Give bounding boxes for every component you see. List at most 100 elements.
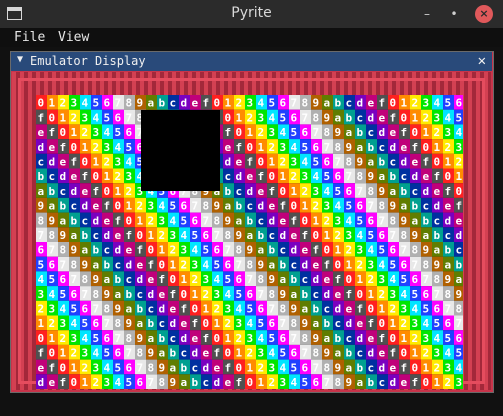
tile-glyph: 4 bbox=[280, 361, 287, 374]
tile-glyph: f bbox=[236, 376, 243, 389]
maximize-button[interactable]: • bbox=[445, 5, 463, 23]
tile-glyph: d bbox=[170, 317, 177, 330]
tile-glyph: 6 bbox=[115, 111, 122, 124]
tile-glyph: 4 bbox=[203, 258, 210, 271]
tile-glyph: b bbox=[181, 361, 188, 374]
tile-glyph: e bbox=[38, 361, 45, 374]
tile-glyph: 1 bbox=[104, 170, 111, 183]
tile-glyph: 8 bbox=[159, 376, 166, 389]
tile-glyph: 4 bbox=[368, 244, 375, 257]
tile-glyph: 8 bbox=[137, 347, 144, 360]
tile-glyph: 8 bbox=[269, 288, 276, 301]
tile-glyph: 3 bbox=[38, 288, 45, 301]
tile-glyph: b bbox=[104, 258, 111, 271]
tile-glyph: c bbox=[368, 126, 375, 139]
menu-view[interactable]: View bbox=[58, 30, 89, 45]
tile-glyph: 2 bbox=[445, 141, 452, 154]
tile-glyph: 3 bbox=[280, 376, 287, 389]
tile-glyph: 7 bbox=[126, 347, 133, 360]
tile-glyph: b bbox=[445, 244, 452, 257]
tile-glyph: 4 bbox=[258, 97, 265, 110]
tile-glyph: 9 bbox=[313, 97, 320, 110]
tile-glyph: 3 bbox=[115, 156, 122, 169]
tile-glyph: 8 bbox=[434, 273, 441, 286]
tile-glyph: 4 bbox=[192, 244, 199, 257]
tile-glyph: 7 bbox=[313, 126, 320, 139]
collapse-arrow-icon[interactable]: ▼ bbox=[17, 54, 23, 65]
tile-glyph: b bbox=[93, 244, 100, 257]
tile-glyph: 9 bbox=[137, 97, 144, 110]
tile-glyph: 9 bbox=[357, 156, 364, 169]
tile-glyph: 3 bbox=[324, 200, 331, 213]
tile-glyph: f bbox=[203, 332, 210, 345]
tile-glyph: 2 bbox=[280, 156, 287, 169]
tile-glyph: e bbox=[71, 170, 78, 183]
tile-glyph: e bbox=[38, 126, 45, 139]
tile-glyph: 5 bbox=[269, 97, 276, 110]
tile-glyph: f bbox=[38, 111, 45, 124]
tile-glyph: d bbox=[434, 200, 441, 213]
tile-glyph: e bbox=[126, 244, 133, 257]
tile-glyph: a bbox=[225, 200, 232, 213]
tile-glyph: 9 bbox=[368, 170, 375, 183]
tile-glyph: 3 bbox=[445, 126, 452, 139]
tile-glyph: e bbox=[434, 185, 441, 198]
tile-glyph: 8 bbox=[38, 214, 45, 227]
tile-glyph: 5 bbox=[104, 111, 111, 124]
tile-glyph: f bbox=[60, 141, 67, 154]
tile-glyph: e bbox=[390, 126, 397, 139]
menu-file[interactable]: File bbox=[14, 30, 45, 45]
tile-glyph: 4 bbox=[335, 200, 342, 213]
tile-glyph: 4 bbox=[236, 303, 243, 316]
tile-glyph: b bbox=[49, 185, 56, 198]
tile-glyph: 4 bbox=[115, 141, 122, 154]
tile-glyph: 6 bbox=[49, 258, 56, 271]
tile-glyph: 4 bbox=[247, 317, 254, 330]
tile-glyph: 8 bbox=[302, 332, 309, 345]
tile-glyph: b bbox=[324, 317, 331, 330]
tile-glyph: 6 bbox=[434, 303, 441, 316]
tile-glyph: 0 bbox=[159, 258, 166, 271]
tile-glyph: d bbox=[104, 229, 111, 242]
tile-glyph: f bbox=[115, 214, 122, 227]
tile-glyph: e bbox=[247, 170, 254, 183]
tile-glyph: 6 bbox=[104, 332, 111, 345]
tile-glyph: 3 bbox=[181, 244, 188, 257]
panel-close-icon[interactable]: ✕ bbox=[478, 53, 486, 69]
tile-glyph: 0 bbox=[346, 273, 353, 286]
tile-glyph: c bbox=[49, 170, 56, 183]
tile-glyph: 0 bbox=[390, 97, 397, 110]
tile-glyph: 9 bbox=[346, 141, 353, 154]
tile-glyph: d bbox=[368, 347, 375, 360]
tile-glyph: 1 bbox=[423, 126, 430, 139]
tile-glyph: 1 bbox=[258, 141, 265, 154]
tile-glyph: f bbox=[390, 347, 397, 360]
tile-glyph: 9 bbox=[313, 332, 320, 345]
tile-glyph: 6 bbox=[247, 288, 254, 301]
tile-glyph: 8 bbox=[324, 126, 331, 139]
tile-glyph: b bbox=[38, 170, 45, 183]
tile-glyph: d bbox=[214, 376, 221, 389]
tile-glyph: 5 bbox=[49, 273, 56, 286]
tile-glyph: 3 bbox=[434, 347, 441, 360]
minimize-button[interactable]: – bbox=[418, 5, 436, 23]
tile-glyph: 6 bbox=[324, 156, 331, 169]
tile-glyph: 7 bbox=[258, 288, 265, 301]
tile-glyph: 1 bbox=[203, 303, 210, 316]
tile-glyph: 2 bbox=[236, 97, 243, 110]
tile-glyph: 0 bbox=[445, 170, 452, 183]
tile-glyph: 8 bbox=[324, 361, 331, 374]
tile-glyph: 0 bbox=[280, 185, 287, 198]
tile-glyph: e bbox=[423, 170, 430, 183]
tile-glyph: 9 bbox=[258, 258, 265, 271]
tile-glyph: b bbox=[148, 317, 155, 330]
panel-header[interactable]: ▼ Emulator Display ✕ bbox=[11, 52, 492, 71]
tile-glyph: 9 bbox=[335, 126, 342, 139]
tile-glyph: e bbox=[170, 303, 177, 316]
tile-glyph: 9 bbox=[291, 303, 298, 316]
close-button[interactable]: × bbox=[475, 5, 493, 23]
tile-glyph: 3 bbox=[71, 97, 78, 110]
tile-glyph: 3 bbox=[159, 214, 166, 227]
tile-glyph: f bbox=[38, 347, 45, 360]
tile-glyph: 7 bbox=[236, 258, 243, 271]
